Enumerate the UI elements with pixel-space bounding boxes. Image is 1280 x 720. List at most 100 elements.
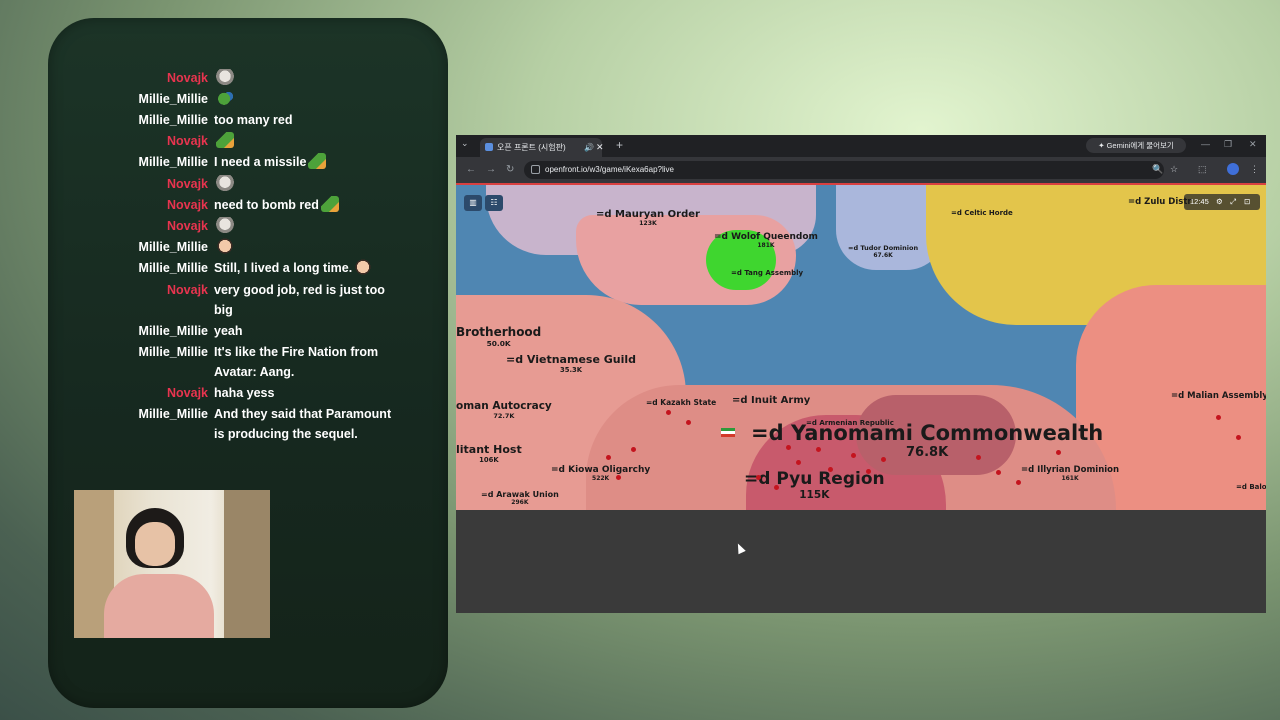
nation-name: litant Host bbox=[456, 443, 522, 456]
nation-population: 67.6K bbox=[873, 252, 893, 259]
chat-username[interactable]: Novajk bbox=[167, 280, 208, 300]
game-timer: 12:45 bbox=[1190, 197, 1209, 206]
chat-text bbox=[214, 89, 404, 109]
maximize-icon[interactable]: ❐ bbox=[1224, 139, 1232, 150]
nation-label[interactable]: =d Pyu Region 115K bbox=[744, 469, 885, 501]
settings-icon[interactable]: ⚙ bbox=[1216, 194, 1223, 210]
nation-label[interactable]: =d Arawak Union 296K bbox=[481, 490, 559, 506]
chat-text: need to bomb red bbox=[214, 195, 404, 215]
nation-label[interactable]: =d Mauryan Order 123K bbox=[596, 209, 700, 227]
chat-text-content: Still, I lived a long time. bbox=[214, 261, 353, 275]
city-marker bbox=[756, 475, 761, 480]
nation-label[interactable]: =d Tang Assembly bbox=[731, 269, 803, 277]
nation-label[interactable]: =d Kiowa Oligarchy 522K bbox=[551, 465, 650, 482]
nation-name: Brotherhood bbox=[456, 325, 542, 339]
chat-text: Still, I lived a long time. bbox=[214, 258, 404, 278]
chat-username[interactable]: Millie_Millie bbox=[139, 321, 208, 341]
flag-icon bbox=[721, 428, 735, 437]
chat-username[interactable]: Millie_Millie bbox=[139, 404, 208, 424]
new-tab-icon[interactable]: + bbox=[616, 138, 623, 152]
chat-username[interactable]: Novajk bbox=[167, 131, 208, 151]
tab-close-icon[interactable]: ✕ bbox=[596, 138, 604, 157]
leaderboard-icon[interactable]: ▥ bbox=[464, 195, 482, 211]
chat-text: too many red bbox=[214, 110, 404, 130]
city-marker bbox=[1216, 415, 1221, 420]
nation-name: =d Wolof Queendom bbox=[714, 232, 818, 242]
nation-label[interactable]: =d Illyrian Dominion 161K bbox=[1021, 465, 1119, 482]
frog-missile-emote bbox=[320, 196, 339, 212]
exit-icon[interactable]: ⊡ bbox=[1244, 194, 1250, 210]
zoom-icon[interactable]: 🔍 bbox=[1152, 164, 1163, 175]
gemini-button[interactable]: ✦ Gemini에게 물어보기 bbox=[1086, 138, 1186, 153]
nation-label[interactable]: =d Inuit Army bbox=[732, 395, 810, 406]
nation-label[interactable]: =d Zulu Distr bbox=[1128, 197, 1192, 207]
nation-label[interactable]: Brotherhood 50.0K bbox=[456, 325, 541, 348]
chat-username[interactable]: Millie_Millie bbox=[139, 258, 208, 278]
forward-icon[interactable]: → bbox=[486, 164, 496, 175]
profile-avatar[interactable] bbox=[1227, 163, 1239, 175]
bookmark-star-icon[interactable]: ☆ bbox=[1170, 164, 1178, 175]
game-timer-panel: 12:45 ⚙ ⤢ ⊡ bbox=[1184, 194, 1260, 210]
nation-label[interactable]: =d Kazakh State bbox=[646, 398, 716, 407]
face-emote bbox=[216, 238, 234, 254]
game-map[interactable]: ▥ ☷ 12:45 ⚙ ⤢ ⊡ =d Mauryan Order 123K =d W… bbox=[456, 185, 1266, 510]
frog-emote bbox=[216, 90, 234, 106]
reload-icon[interactable]: ↻ bbox=[506, 164, 514, 175]
chat-username[interactable]: Millie_Millie bbox=[139, 342, 208, 362]
chat-username[interactable]: Novajk bbox=[167, 195, 208, 215]
nation-population: 72.7K bbox=[493, 412, 515, 420]
url-text: openfront.io/w3/game/iKexa6ap?live bbox=[545, 165, 674, 174]
nation-label[interactable]: =d Tudor Dominion 67.6K bbox=[848, 244, 918, 259]
chat-username[interactable]: Millie_Millie bbox=[139, 237, 208, 257]
tab-search-icon[interactable]: ⌄ bbox=[461, 138, 469, 149]
city-marker bbox=[851, 453, 856, 458]
city-marker bbox=[631, 447, 636, 452]
nation-label[interactable]: =d Celtic Horde bbox=[951, 209, 1013, 217]
nation-label[interactable]: litant Host 106K bbox=[456, 443, 522, 464]
chat-username[interactable]: Millie_Millie bbox=[139, 110, 208, 130]
chat-username[interactable]: Novajk bbox=[167, 216, 208, 236]
close-window-icon[interactable]: ✕ bbox=[1249, 139, 1257, 150]
chat-username[interactable]: Novajk bbox=[167, 68, 208, 88]
nation-name: =d Celtic Horde bbox=[951, 209, 1013, 217]
chat-username[interactable]: Millie_Millie bbox=[139, 152, 208, 172]
chat-text bbox=[214, 237, 404, 257]
nation-population: 181K bbox=[757, 242, 775, 249]
nation-population: 76.8K bbox=[906, 445, 949, 460]
chat-text: yeah bbox=[214, 321, 404, 341]
tab-openfront[interactable]: 오픈 프론트 (시험판) 🔊 ✕ bbox=[480, 138, 604, 157]
url-field[interactable]: openfront.io/w3/game/iKexa6ap?live bbox=[524, 161, 1164, 179]
menu-icon[interactable]: ⋮ bbox=[1250, 164, 1259, 175]
nation-label[interactable]: =d Wolof Queendom 181K bbox=[714, 232, 818, 249]
nation-population: 115K bbox=[799, 489, 830, 501]
nation-name: =d Tang Assembly bbox=[731, 269, 804, 277]
city-marker bbox=[1016, 480, 1021, 485]
site-info-icon[interactable] bbox=[531, 165, 540, 174]
nation-label[interactable]: =d Baloc bbox=[1236, 483, 1266, 491]
minimize-icon[interactable]: — bbox=[1201, 139, 1210, 149]
chat-text bbox=[214, 174, 404, 194]
chat-username[interactable]: Novajk bbox=[167, 174, 208, 194]
browser-window: ⌄ 오픈 프론트 (시험판) 🔊 ✕ + ✦ Gemini에게 물어보기 — ❐… bbox=[456, 135, 1266, 613]
chat-username[interactable]: Millie_Millie bbox=[139, 89, 208, 109]
streamer bbox=[104, 508, 214, 638]
fullscreen-icon[interactable]: ⤢ bbox=[1230, 194, 1236, 210]
back-icon[interactable]: ← bbox=[466, 164, 476, 175]
chat-username[interactable]: Novajk bbox=[167, 383, 208, 403]
nation-label[interactable]: =d Malian Assembly bbox=[1171, 391, 1266, 401]
nation-name: =d Vietnamese Guild bbox=[506, 353, 637, 366]
frog-missile-emote bbox=[308, 153, 327, 169]
chat-text bbox=[214, 131, 404, 151]
nation-name: =d Tudor Dominion bbox=[848, 244, 919, 252]
nation-name: =d Kiowa Oligarchy bbox=[551, 465, 651, 475]
nation-label[interactable]: =d Vietnamese Guild 35.3K bbox=[506, 353, 636, 374]
nation-label[interactable]: oman Autocracy 72.7K bbox=[456, 400, 552, 420]
city-marker bbox=[866, 469, 871, 474]
nation-population: 35.3K bbox=[559, 366, 583, 374]
dog-emote bbox=[354, 259, 373, 275]
team-stats-icon[interactable]: ☷ bbox=[485, 195, 503, 211]
tab-audio-icon[interactable]: 🔊 bbox=[584, 138, 594, 157]
extensions-icon[interactable]: ⬚ bbox=[1198, 164, 1207, 175]
nation-label[interactable]: =d Yanomami Commonwealth 76.8K bbox=[751, 421, 1103, 460]
cat-emote bbox=[216, 69, 234, 85]
